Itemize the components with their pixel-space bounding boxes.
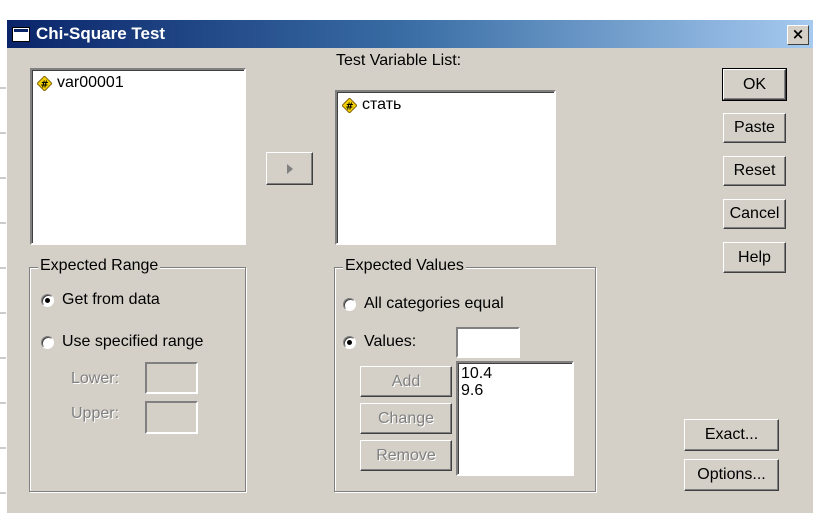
all-categories-equal-label: All categories equal xyxy=(364,295,504,312)
upper-label: Upper: xyxy=(71,405,120,422)
get-from-data-label: Get from data xyxy=(62,291,160,308)
expected-range-title: Expected Range xyxy=(38,257,161,275)
use-specified-range-radio[interactable] xyxy=(41,335,54,349)
close-button[interactable]: × xyxy=(787,25,809,45)
get-from-data-option[interactable]: Get from data xyxy=(41,291,160,309)
list-item[interactable]: # стать xyxy=(342,96,401,114)
get-from-data-radio[interactable] xyxy=(41,293,54,307)
all-categories-equal-radio[interactable] xyxy=(343,297,356,311)
move-variable-button[interactable] xyxy=(266,152,313,185)
test-variable-list-label: Test Variable List: xyxy=(336,52,462,69)
help-button[interactable]: Help xyxy=(723,242,786,273)
list-item[interactable]: # var00001 xyxy=(37,74,124,92)
add-button[interactable]: Add xyxy=(360,366,452,397)
cancel-button[interactable]: Cancel xyxy=(723,199,786,229)
values-label: Values: xyxy=(364,333,417,350)
numeric-variable-icon: # xyxy=(37,75,52,91)
change-button[interactable]: Change xyxy=(360,403,452,434)
source-variable-list[interactable]: # var00001 xyxy=(30,68,246,245)
values-input[interactable] xyxy=(456,327,520,358)
all-categories-equal-option[interactable]: All categories equal xyxy=(343,295,504,313)
exact-button[interactable]: Exact... xyxy=(684,419,779,451)
values-option[interactable]: Values: xyxy=(343,333,416,351)
remove-button[interactable]: Remove xyxy=(360,440,452,471)
window-title: Chi-Square Test xyxy=(36,24,166,43)
svg-text:#: # xyxy=(41,79,49,90)
use-specified-range-option[interactable]: Use specified range xyxy=(41,333,203,351)
expected-values-title: Expected Values xyxy=(343,257,466,275)
right-arrow-icon xyxy=(286,163,293,174)
expected-values-list[interactable]: 10.4 9.6 xyxy=(456,361,574,476)
svg-text:#: # xyxy=(346,101,354,112)
lower-label: Lower: xyxy=(71,370,120,387)
options-button[interactable]: Options... xyxy=(684,459,779,491)
reset-button[interactable]: Reset xyxy=(723,156,786,186)
variable-name: var00001 xyxy=(57,74,124,91)
paste-button[interactable]: Paste xyxy=(723,113,786,143)
ok-button[interactable]: OK xyxy=(722,68,787,101)
test-variable-list[interactable]: # стать xyxy=(335,90,556,245)
values-radio[interactable] xyxy=(343,335,356,349)
upper-field[interactable] xyxy=(145,401,198,434)
use-specified-range-label: Use specified range xyxy=(62,333,204,350)
window-icon xyxy=(12,27,30,42)
background-window-edge xyxy=(0,87,6,494)
numeric-variable-icon: # xyxy=(342,97,357,113)
lower-field[interactable] xyxy=(145,362,198,394)
list-item[interactable]: 9.6 xyxy=(461,382,483,399)
list-item[interactable]: 10.4 xyxy=(461,365,492,382)
variable-name: стать xyxy=(362,96,402,113)
